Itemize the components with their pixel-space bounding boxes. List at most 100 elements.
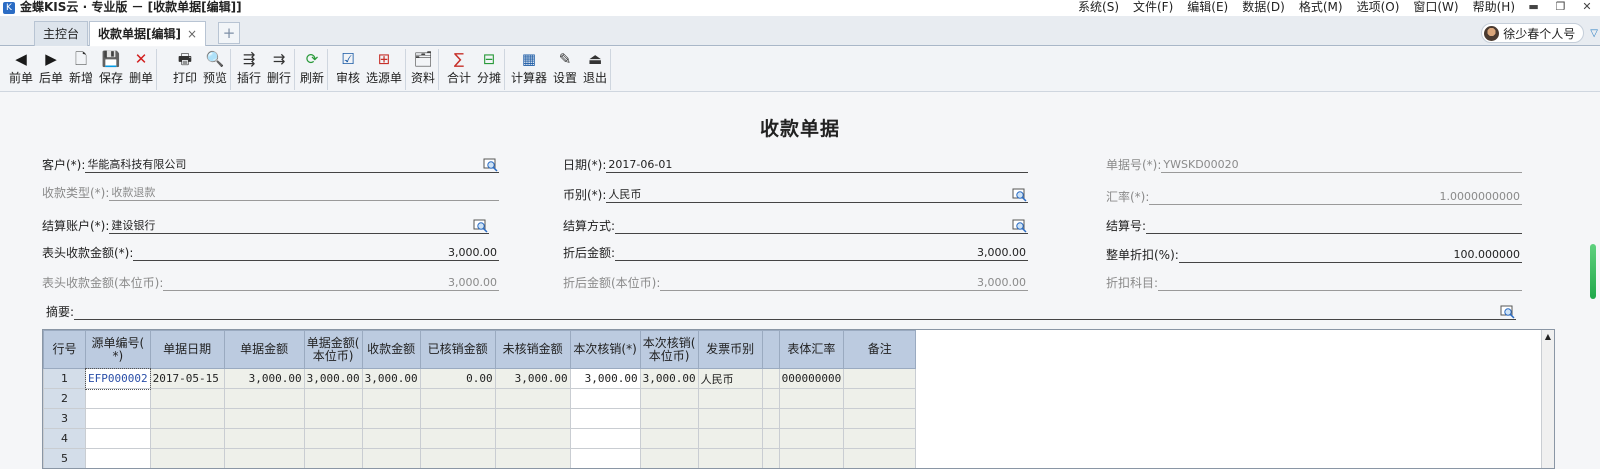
toolbar-button-2[interactable]: 🗋 新增 <box>66 49 96 90</box>
grid-cell[interactable] <box>223 388 305 409</box>
tab-receipt-edit[interactable]: 收款单据[编辑] × <box>89 21 207 46</box>
grid-cell[interactable] <box>303 448 363 468</box>
toolbar-button-6[interactable]: 🔍 预览 <box>200 49 230 90</box>
toolbar-button-9[interactable]: ⟳ 刷新 <box>297 49 327 90</box>
toolbar-button-10[interactable]: ☑ 审核 <box>333 49 363 90</box>
settle-method-input[interactable] <box>615 218 1028 234</box>
grid-cell[interactable] <box>494 428 571 449</box>
grid-cell[interactable] <box>639 388 699 409</box>
grid-cell[interactable] <box>761 428 780 449</box>
grid-cell[interactable] <box>569 388 641 409</box>
grid-cell[interactable] <box>149 428 225 449</box>
settle-no-input[interactable] <box>1146 218 1522 234</box>
column-header-11[interactable] <box>761 330 780 369</box>
toolbar-button-1[interactable]: ▶ 后单 <box>36 49 66 90</box>
grid-cell[interactable] <box>419 408 496 429</box>
toolbar-button-14[interactable]: ⊟ 分摊 <box>474 49 504 90</box>
user-chip[interactable]: 徐少春个人号 <box>1481 23 1585 43</box>
grid-cell[interactable] <box>778 428 845 449</box>
grid-scrollbar[interactable]: ▲ <box>1541 330 1554 468</box>
toolbar-button-8[interactable]: ⇉ 删行 <box>264 49 294 90</box>
grid-cell[interactable]: 人民币 <box>697 368 763 389</box>
grid-cell[interactable] <box>697 408 763 429</box>
menu-format[interactable]: 格式(M) <box>1299 0 1343 15</box>
discount-rate-input[interactable]: 100.000000 <box>1178 247 1522 263</box>
header-amount-input[interactable]: 3,000.00 <box>133 245 499 261</box>
grid-cell[interactable]: 3,000.00 <box>361 368 421 389</box>
grid-cell[interactable]: 3,000.00 <box>223 368 305 389</box>
grid-cell[interactable] <box>761 448 780 468</box>
memo-input[interactable] <box>74 304 1516 320</box>
menu-file[interactable]: 文件(F) <box>1133 0 1173 15</box>
grid-cell[interactable] <box>149 388 225 409</box>
column-header-6[interactable]: 已核销金额 <box>419 330 496 369</box>
grid-cell[interactable]: 2017-05-15 <box>149 368 225 389</box>
grid-cell[interactable]: 3,000.00 <box>494 368 571 389</box>
column-header-0[interactable]: 行号 <box>43 330 86 369</box>
grid-cell[interactable] <box>569 428 641 449</box>
grid-cell[interactable] <box>697 448 763 468</box>
restore-icon[interactable]: ❐ <box>1556 0 1566 14</box>
column-header-3[interactable]: 单据金额 <box>223 330 305 369</box>
toolbar-button-13[interactable]: ∑ 合计 <box>444 49 474 90</box>
grid-cell[interactable] <box>223 408 305 429</box>
grid-cell[interactable] <box>303 428 363 449</box>
column-header-8[interactable]: 本次核销(*) <box>569 330 641 369</box>
grid-cell[interactable] <box>85 428 151 449</box>
toolbar-button-4[interactable]: ✕ 删单 <box>126 49 156 90</box>
toolbar-button-16[interactable]: ✎ 设置 <box>550 49 580 90</box>
grid-cell[interactable]: 0.00 <box>419 368 496 389</box>
menu-options[interactable]: 选项(O) <box>1357 0 1400 15</box>
tab-main-console[interactable]: 主控台 <box>34 21 89 46</box>
grid-cell[interactable] <box>303 388 363 409</box>
grid-cell[interactable] <box>761 408 780 429</box>
lookup-icon[interactable] <box>473 219 489 233</box>
grid-cell[interactable]: EFP000002 <box>84 367 152 390</box>
toolbar-button-11[interactable]: ⊞ 选源单 <box>363 49 405 90</box>
grid-cell[interactable] <box>843 408 917 429</box>
lookup-icon[interactable] <box>483 158 499 172</box>
column-header-4[interactable]: 单据金额( 本位币) <box>303 330 363 369</box>
grid-cell[interactable] <box>361 408 421 429</box>
column-header-1[interactable]: 源单编号( *) <box>85 330 151 369</box>
grid-cell[interactable] <box>778 408 845 429</box>
grid-cell[interactable] <box>494 388 571 409</box>
menu-system[interactable]: 系统(S) <box>1078 0 1119 15</box>
grid-cell[interactable] <box>303 408 363 429</box>
column-header-10[interactable]: 发票币别 <box>697 330 763 369</box>
toolbar-button-15[interactable]: ▦ 计算器 <box>508 49 550 90</box>
column-header-7[interactable]: 未核销金额 <box>494 330 571 369</box>
grid-cell[interactable] <box>697 428 763 449</box>
grid-cell[interactable] <box>419 448 496 468</box>
grid-cell[interactable]: 3,000.00 <box>569 368 641 389</box>
grid-cell[interactable] <box>843 368 917 389</box>
menu-edit[interactable]: 编辑(E) <box>1187 0 1228 15</box>
lookup-icon[interactable] <box>1500 305 1516 319</box>
add-tab-icon[interactable]: + <box>218 22 240 44</box>
currency-input[interactable]: 人民币 <box>606 187 1028 203</box>
date-input[interactable]: 2017-06-01 <box>606 157 1028 173</box>
grid-cell[interactable] <box>761 388 780 409</box>
customer-input[interactable]: 华能高科技有限公司 <box>85 157 499 173</box>
menu-data[interactable]: 数据(D) <box>1242 0 1285 15</box>
grid-cell[interactable]: 000000000 <box>778 368 845 389</box>
grid-cell[interactable] <box>223 428 305 449</box>
toolbar-button-7[interactable]: ⇶ 插行 <box>234 49 264 90</box>
toolbar-button-0[interactable]: ◀ 前单 <box>6 49 36 90</box>
grid-cell[interactable] <box>639 408 699 429</box>
column-header-2[interactable]: 单据日期 <box>149 330 225 369</box>
grid-cell[interactable] <box>569 448 641 468</box>
grid-cell[interactable] <box>843 448 917 468</box>
side-scroll-indicator[interactable] <box>1590 244 1596 299</box>
grid-cell[interactable] <box>569 408 641 429</box>
close-window-icon[interactable]: ✕ <box>1582 0 1591 14</box>
grid-cell[interactable] <box>639 448 699 468</box>
grid-cell[interactable] <box>361 428 421 449</box>
lookup-icon[interactable] <box>1012 188 1028 202</box>
grid-cell[interactable]: 3,000.00 <box>303 368 363 389</box>
toolbar-button-5[interactable]: 🖶 打印 <box>170 49 200 90</box>
grid-cell[interactable] <box>778 388 845 409</box>
chevron-down-icon[interactable]: ▽ <box>1590 28 1598 39</box>
grid-cell[interactable] <box>85 408 151 429</box>
menu-window[interactable]: 窗口(W) <box>1413 0 1458 15</box>
